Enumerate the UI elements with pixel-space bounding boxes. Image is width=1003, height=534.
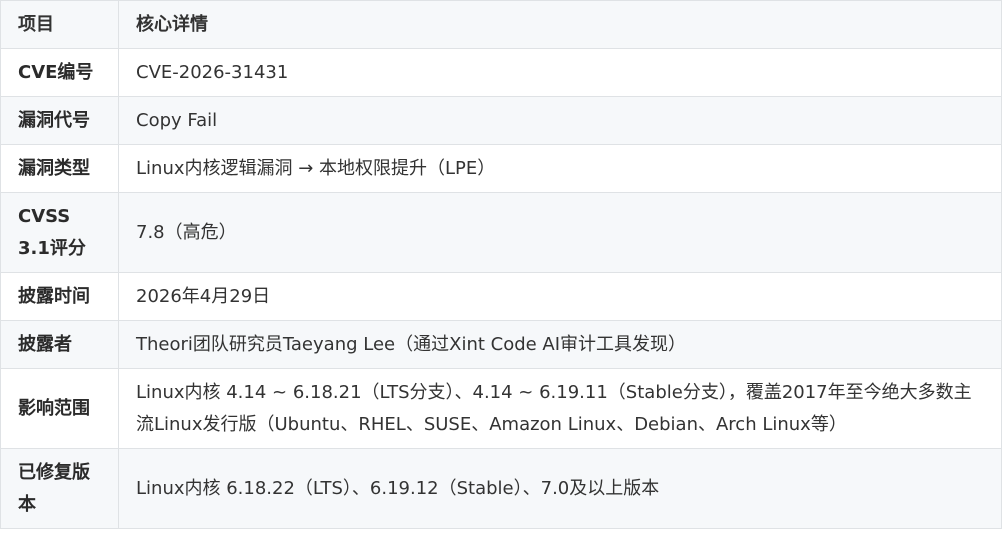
row-key-vuln-type: 漏洞类型 xyxy=(0,144,119,193)
table-row-fixed-versions: 已修复版本 Linux内核 6.18.22（LTS）、6.19.12（Stabl… xyxy=(0,448,1002,529)
table-row-codename: 漏洞代号 Copy Fail xyxy=(0,96,1002,145)
row-value-cvss-score: 7.8（高危） xyxy=(118,192,1002,273)
table-row-affected-scope: 影响范围 Linux内核 4.14 ~ 6.18.21（LTS分支）、4.14 … xyxy=(0,368,1002,449)
table-row-discloser: 披露者 Theori团队研究员Taeyang Lee（通过Xint Code A… xyxy=(0,320,1002,369)
row-value-discloser: Theori团队研究员Taeyang Lee（通过Xint Code AI审计工… xyxy=(118,320,1002,369)
row-value-vuln-type: Linux内核逻辑漏洞 → 本地权限提升（LPE） xyxy=(118,144,1002,193)
row-key-affected-scope: 影响范围 xyxy=(0,368,119,449)
table-row-cve-id: CVE编号 CVE-2026-31431 xyxy=(0,48,1002,97)
row-value-cve-id: CVE-2026-31431 xyxy=(118,48,1002,97)
row-value-codename: Copy Fail xyxy=(118,96,1002,145)
table-header-row: 项目 核心详情 xyxy=(0,0,1002,49)
row-key-discloser: 披露者 xyxy=(0,320,119,369)
row-key-codename: 漏洞代号 xyxy=(0,96,119,145)
row-key-cvss-score: CVSS 3.1评分 xyxy=(0,192,119,273)
table-row-cvss-score: CVSS 3.1评分 7.8（高危） xyxy=(0,192,1002,273)
header-item: 项目 xyxy=(0,0,119,49)
row-value-disclosure-date: 2026年4月29日 xyxy=(118,272,1002,321)
table-row-disclosure-date: 披露时间 2026年4月29日 xyxy=(0,272,1002,321)
row-key-disclosure-date: 披露时间 xyxy=(0,272,119,321)
row-key-cve-id: CVE编号 xyxy=(0,48,119,97)
row-value-fixed-versions: Linux内核 6.18.22（LTS）、6.19.12（Stable）、7.0… xyxy=(118,448,1002,529)
vulnerability-info-table: 项目 核心详情 CVE编号 CVE-2026-31431 漏洞代号 Copy F… xyxy=(0,0,1002,529)
row-value-affected-scope: Linux内核 4.14 ~ 6.18.21（LTS分支）、4.14 ~ 6.1… xyxy=(118,368,1002,449)
header-core-details: 核心详情 xyxy=(118,0,1002,49)
table-row-vuln-type: 漏洞类型 Linux内核逻辑漏洞 → 本地权限提升（LPE） xyxy=(0,144,1002,193)
row-key-fixed-versions: 已修复版本 xyxy=(0,448,119,529)
